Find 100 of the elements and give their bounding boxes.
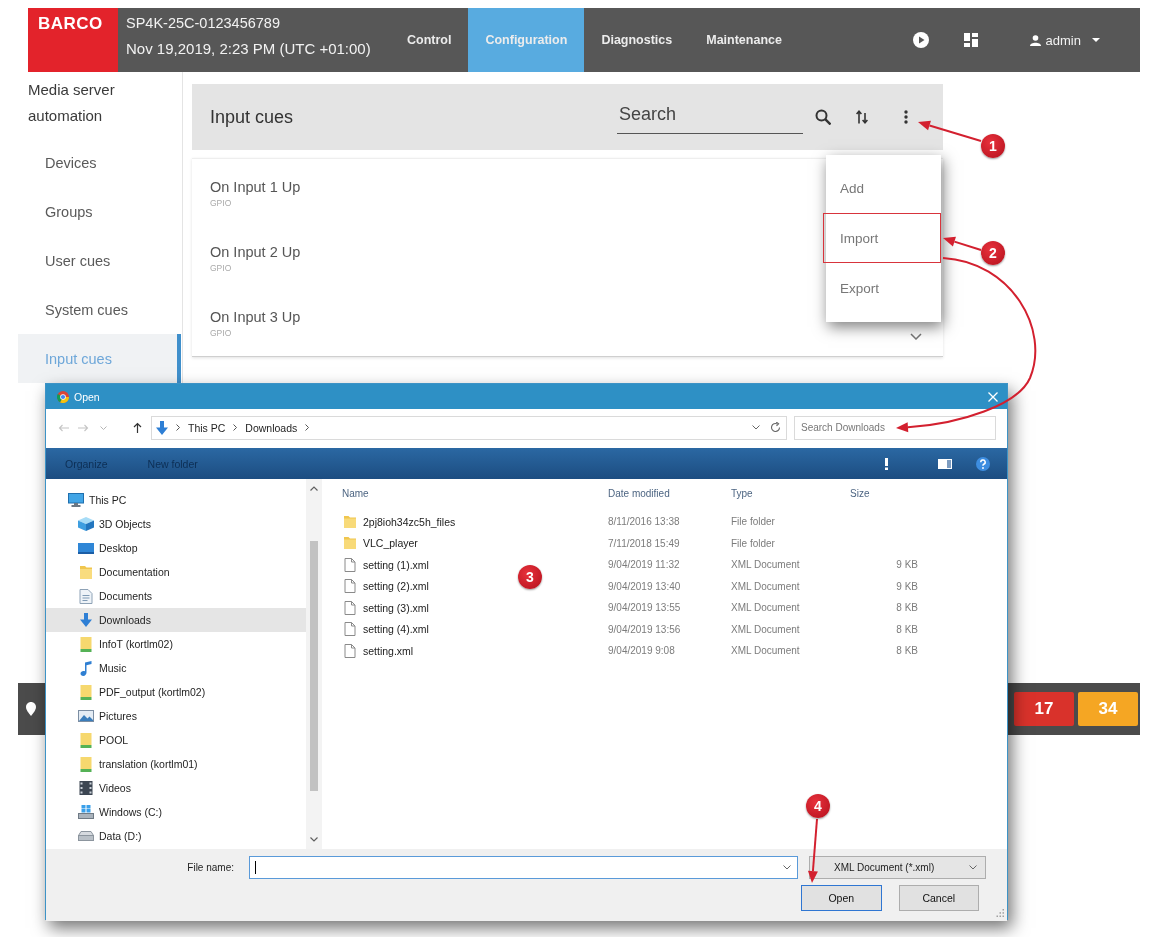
scrollbar-thumb[interactable] — [310, 541, 318, 791]
refresh-icon[interactable] — [770, 422, 781, 433]
nav-tab[interactable]: Diagnostics — [584, 8, 690, 72]
file-date: 9/04/2019 13:55 — [608, 602, 681, 614]
sidebar-item[interactable]: System cues — [18, 285, 182, 334]
music-note-icon — [78, 660, 94, 676]
navigation-item[interactable]: Downloads — [46, 608, 306, 632]
count-badge[interactable]: 17 — [1014, 692, 1074, 726]
navigation-item[interactable]: POOL — [46, 728, 306, 752]
navigation-item[interactable]: 3D Objects — [46, 512, 306, 536]
preview-pane-icon[interactable] — [938, 458, 952, 469]
navigation-item[interactable]: This PC — [46, 488, 306, 512]
search-field[interactable]: Search — [617, 100, 803, 134]
document-icon — [344, 622, 356, 637]
more-options-icon[interactable] — [904, 110, 908, 124]
chevron-down-icon[interactable] — [783, 865, 791, 870]
file-name[interactable]: setting (1).xml — [342, 557, 429, 572]
navigation-item[interactable]: PDF_output (kortlm02) — [46, 680, 306, 704]
file-type: File folder — [731, 516, 775, 528]
file-size: 8 KB — [896, 623, 919, 635]
navigation-item[interactable]: InfoT (kortlm02) — [46, 632, 306, 656]
file-name[interactable]: VLC_player — [342, 537, 418, 550]
navigation-item[interactable]: Documents — [46, 584, 306, 608]
user-menu-button[interactable]: admin — [1029, 32, 1100, 48]
sidebar-item[interactable]: Devices — [18, 138, 182, 187]
search-icon[interactable] — [815, 109, 831, 125]
navigation-item[interactable]: Data (D:) — [46, 824, 306, 848]
callout-number: 1 — [981, 134, 1005, 158]
chevron-right-icon[interactable] — [305, 424, 310, 431]
cue-type: GPIO — [210, 262, 233, 275]
drive-icon — [78, 805, 94, 819]
navigation-item[interactable]: translation (kortlm01) — [46, 752, 306, 776]
navigation-item[interactable]: Videos — [46, 776, 306, 800]
dialog-button[interactable]: Cancel — [898, 885, 979, 911]
file-date: 9/04/2019 13:56 — [608, 623, 681, 635]
text-cursor — [255, 861, 256, 874]
navigation-item[interactable]: Windows (C:) — [46, 800, 306, 824]
dashboard-icon[interactable] — [963, 33, 978, 47]
column-header[interactable]: Date modified — [608, 487, 670, 499]
folder-icon — [344, 537, 356, 550]
cue-name[interactable]: On Input 3 Up — [210, 307, 301, 327]
file-name[interactable]: setting (2).xml — [342, 579, 429, 594]
up-arrow-icon[interactable] — [133, 422, 142, 433]
file-date: 8/11/2016 13:38 — [608, 516, 680, 528]
column-header[interactable]: Type — [731, 487, 753, 499]
chevron-down-icon[interactable] — [752, 425, 760, 430]
help-icon[interactable] — [976, 456, 990, 471]
file-name[interactable]: setting (4).xml — [342, 622, 429, 637]
scrollbar[interactable] — [306, 479, 322, 849]
file-date: 9/04/2019 11:32 — [608, 559, 680, 571]
date-time: Nov 19,2019, 2:23 PM (UTC +01:00) — [126, 39, 372, 59]
document-icon — [78, 588, 94, 604]
nav-tab[interactable]: Control — [390, 8, 469, 72]
breadcrumb-item[interactable]: This PC — [188, 421, 226, 434]
menu-item[interactable]: Export — [826, 263, 941, 313]
column-header[interactable]: Size — [850, 487, 870, 499]
chevron-down-icon[interactable] — [310, 837, 318, 842]
file-name-field[interactable] — [249, 856, 798, 879]
cue-name[interactable]: On Input 1 Up — [210, 177, 301, 197]
document-icon — [344, 579, 356, 594]
resize-grip-icon[interactable] — [996, 909, 1004, 917]
close-icon[interactable] — [988, 391, 998, 402]
cue-type: GPIO — [210, 197, 233, 210]
chevron-right-icon[interactable] — [233, 424, 238, 431]
chevron-up-icon[interactable] — [310, 486, 318, 491]
sidebar-item[interactable]: Groups — [18, 187, 182, 236]
breadcrumb-item[interactable]: Downloads — [245, 421, 298, 434]
chevron-right-icon[interactable] — [176, 424, 180, 431]
column-header[interactable]: Name — [342, 487, 369, 499]
download-arrow-icon — [78, 613, 94, 627]
navigation-item[interactable]: Documentation — [46, 560, 306, 584]
nav-tab[interactable]: Maintenance — [689, 8, 799, 72]
file-size: 8 KB — [896, 602, 919, 614]
dialog-button[interactable]: Open — [801, 885, 882, 911]
menu-item[interactable]: Import — [823, 213, 941, 263]
chevron-down-icon[interactable] — [910, 333, 922, 340]
file-type-dropdown[interactable]: XML Document (*.xml) — [809, 856, 986, 879]
cue-name[interactable]: On Input 2 Up — [210, 242, 301, 262]
address-bar[interactable]: This PC Downloads — [151, 415, 787, 440]
computer-icon — [68, 493, 84, 507]
file-size: 8 KB — [896, 645, 919, 657]
callout-arrow — [807, 818, 818, 883]
file-size: 9 KB — [896, 559, 919, 571]
sort-icon[interactable] — [856, 110, 868, 124]
location-pin-icon[interactable] — [26, 702, 36, 716]
section-title: Media server automation — [27, 80, 116, 126]
file-name[interactable]: setting.xml — [342, 643, 414, 658]
navigation-item[interactable]: Music — [46, 656, 306, 680]
document-icon — [344, 600, 356, 615]
exclamation-icon[interactable] — [885, 457, 888, 470]
menu-item[interactable]: Add — [826, 163, 941, 213]
navigation-item[interactable]: Pictures — [46, 704, 306, 728]
play-icon[interactable] — [912, 32, 929, 48]
sidebar-item[interactable]: User cues — [18, 236, 182, 285]
navigation-item[interactable]: Desktop — [46, 536, 306, 560]
file-name[interactable]: setting (3).xml — [342, 600, 429, 615]
callout-arrow — [918, 120, 982, 142]
file-name[interactable]: 2pj8ioh34zc5h_files — [342, 515, 456, 528]
document-icon — [344, 557, 356, 572]
app-icon — [57, 390, 69, 403]
